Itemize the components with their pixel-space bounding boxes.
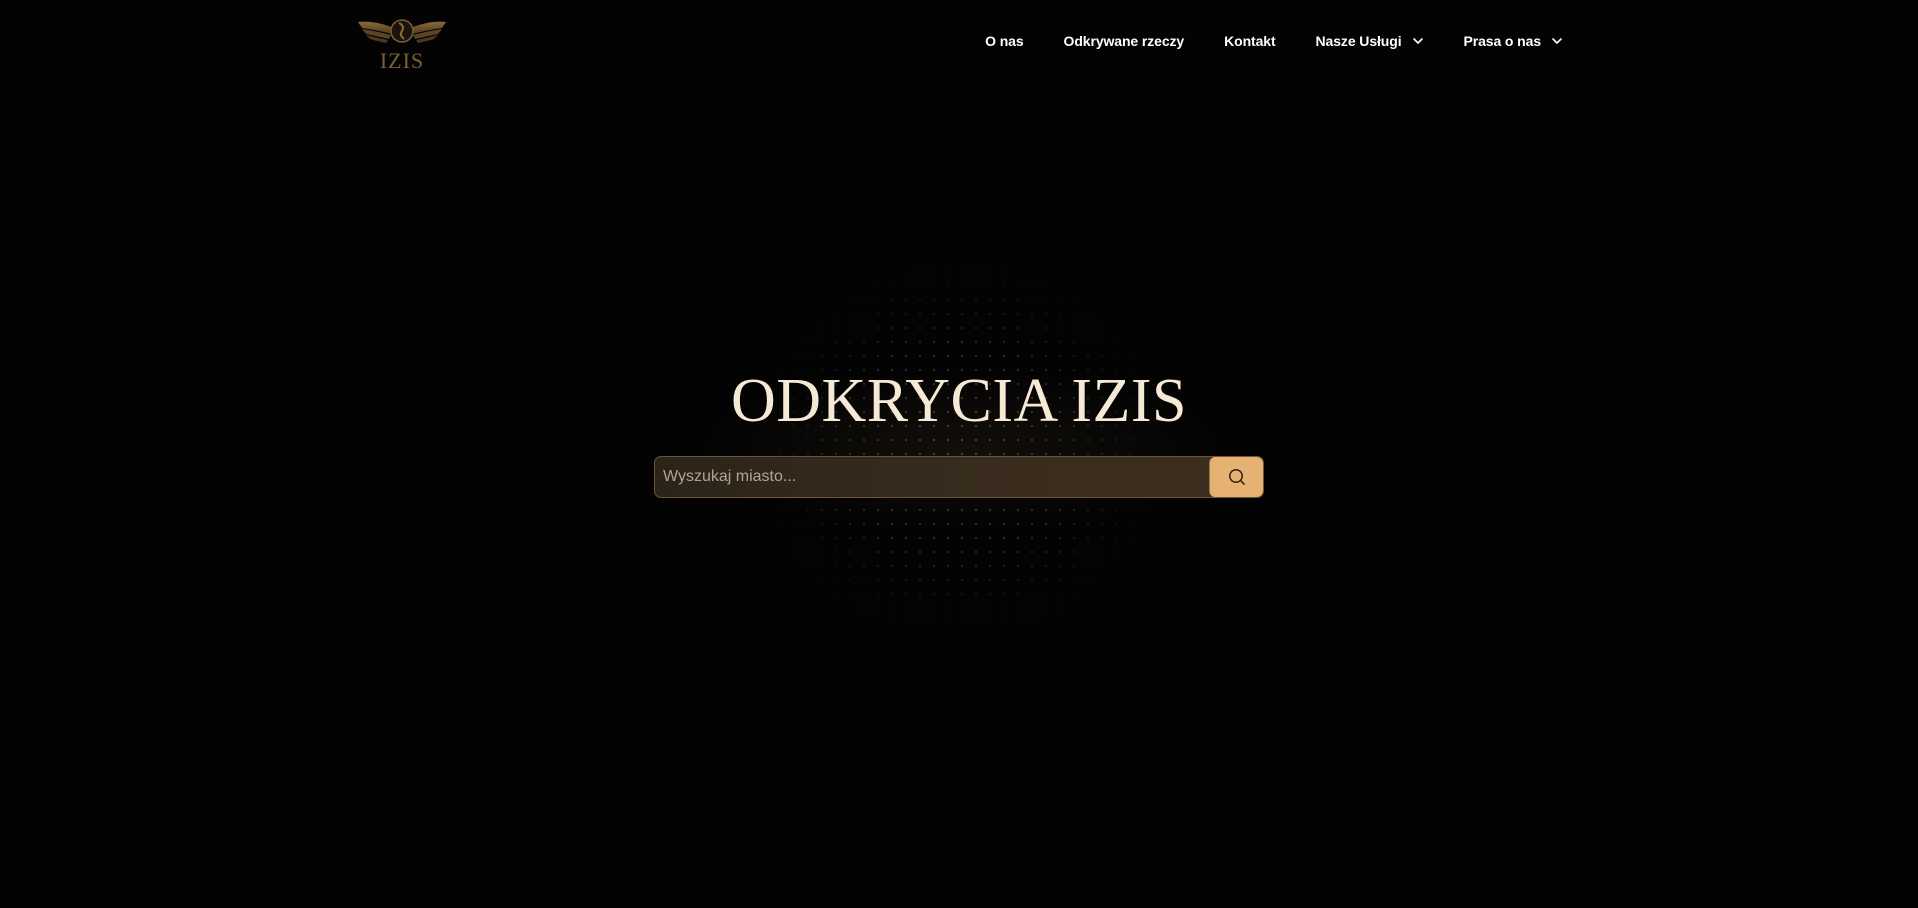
nav-item-odkrywane-rzeczy[interactable]: Odkrywane rzeczy [1064, 33, 1185, 49]
chevron-down-icon [1551, 35, 1563, 47]
nav-item-kontakt[interactable]: Kontakt [1224, 33, 1276, 49]
site-header: IZIS O nas Odkrywane rzeczy Kontakt Nasz… [0, 0, 1918, 88]
nav-item-label: Nasze Usługi [1315, 33, 1402, 49]
chevron-down-icon [1412, 35, 1424, 47]
search-button[interactable] [1209, 457, 1263, 497]
main-nav: O nas Odkrywane rzeczy Kontakt Nasze Usł… [985, 33, 1563, 49]
city-search-form [654, 456, 1264, 498]
nav-item-prasa-o-nas[interactable]: Prasa o nas [1464, 33, 1564, 49]
page: IZIS O nas Odkrywane rzeczy Kontakt Nasz… [0, 0, 1918, 908]
city-search-input[interactable] [655, 457, 1209, 497]
nav-item-label: Odkrywane rzeczy [1063, 33, 1185, 49]
search-icon [1228, 469, 1245, 485]
nav-item-o-nas[interactable]: O nas [985, 33, 1024, 49]
nav-item-nasze-uslugi[interactable]: Nasze Usługi [1316, 33, 1424, 49]
nav-item-label: O nas [985, 33, 1024, 49]
nav-item-label: Kontakt [1224, 33, 1276, 49]
nav-item-label: Prasa o nas [1463, 33, 1542, 49]
logo-text: IZIS [380, 48, 424, 73]
logo-link[interactable]: IZIS [356, 14, 448, 74]
hero-title: ODKRYCIA IZIS [730, 367, 1188, 435]
winged-scarab-logo-icon: IZIS [358, 19, 446, 73]
